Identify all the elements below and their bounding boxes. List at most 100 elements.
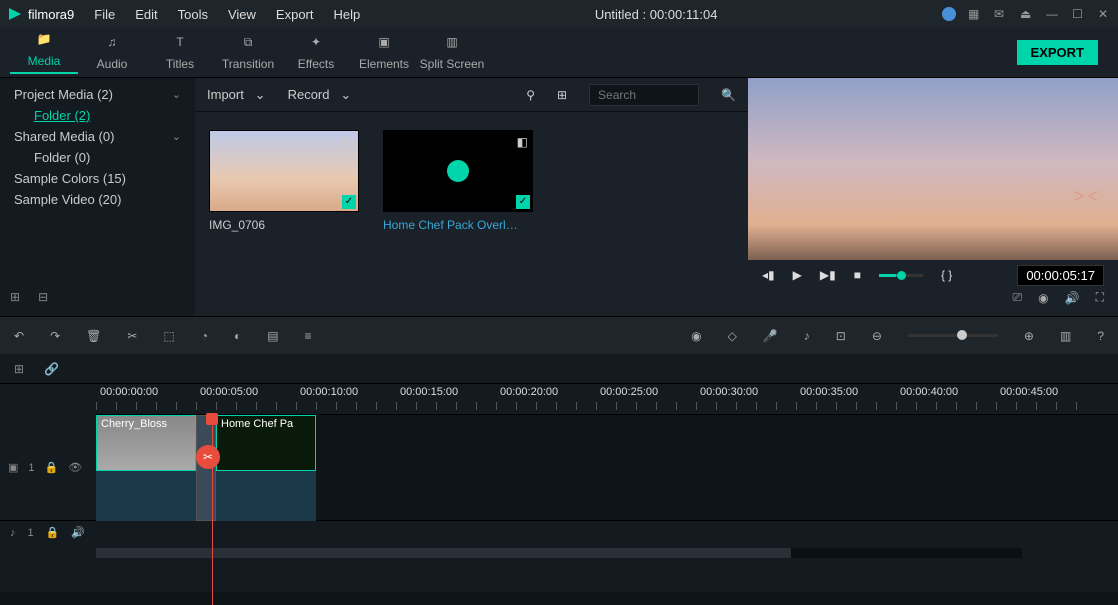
delete-folder-icon[interactable]: ⊟ xyxy=(38,290,48,304)
video-track-1[interactable]: ▣ 1 🔒 👁 Cherry_Bloss Home Chef Pa ✂ xyxy=(96,414,1118,520)
color-icon[interactable]: ◐ xyxy=(234,329,241,343)
nav-elements[interactable]: ▣ Elements xyxy=(350,35,418,71)
mail-icon[interactable]: ✉ xyxy=(994,7,1008,21)
nav-media[interactable]: 📁 Media xyxy=(10,32,78,74)
import-dropdown[interactable]: Import ⌄ xyxy=(207,87,266,103)
sidebar-item-project-media[interactable]: Project Media (2) ⌄ xyxy=(0,84,195,105)
quality-icon[interactable]: ⎚ xyxy=(1013,290,1023,305)
split-icon[interactable]: ✂ xyxy=(127,329,137,343)
eye-icon[interactable]: 👁 xyxy=(68,461,82,474)
menu-view[interactable]: View xyxy=(218,7,266,22)
sidebar-item-shared-media[interactable]: Shared Media (0) ⌄ xyxy=(0,126,195,147)
volume-slider[interactable] xyxy=(879,274,923,277)
record-dropdown[interactable]: Record ⌄ xyxy=(288,87,352,103)
fullscreen-icon[interactable]: ⛶ xyxy=(1096,290,1104,305)
redo-icon[interactable]: ↷ xyxy=(50,329,60,343)
stop-button[interactable]: ■ xyxy=(854,268,861,282)
timeline-ruler[interactable]: 00:00:00:0000:00:05:0000:00:10:0000:00:1… xyxy=(96,384,1118,414)
greenscreen-icon[interactable]: ▤ xyxy=(267,329,278,343)
fit-icon[interactable]: ⊡ xyxy=(836,329,846,343)
user-avatar-icon[interactable] xyxy=(942,7,956,21)
thumbnail-home-chef[interactable]: ◧ + ✓ Home Chef Pack Overl… xyxy=(383,130,533,232)
voiceover-icon[interactable]: 🎤 xyxy=(763,329,778,343)
properties-icon[interactable]: ◧ xyxy=(343,135,354,149)
zoom-out-icon[interactable]: ⊖ xyxy=(872,329,882,343)
track-add-icon[interactable]: ⊞ xyxy=(14,362,24,376)
snapshot-icon[interactable]: ◉ xyxy=(1038,291,1048,305)
nav-splitscreen[interactable]: ▥ Split Screen xyxy=(418,35,486,71)
playhead[interactable] xyxy=(212,415,213,605)
audio-track-1[interactable]: ♪ 1 🔒 🔊 xyxy=(0,520,1118,544)
plus-icon[interactable]: + xyxy=(447,160,469,182)
clip-audio-2[interactable] xyxy=(216,471,316,521)
nav-audio[interactable]: ♫ Audio xyxy=(78,35,146,71)
ruler-label: 00:00:40:00 xyxy=(900,386,958,398)
clip-audio-1[interactable] xyxy=(96,471,196,521)
speaker-icon[interactable]: 🔊 xyxy=(71,526,85,539)
filter-icon[interactable]: ⚲ xyxy=(526,88,535,102)
mic-icon[interactable]: ⏏ xyxy=(1020,7,1034,21)
titlebar-right: ▦ ✉ ⏏ — ☐ ✕ xyxy=(942,7,1112,21)
speed-icon[interactable]: ◔ xyxy=(201,329,208,343)
lock-icon[interactable]: 🔒 xyxy=(45,461,59,474)
undo-icon[interactable]: ↶ xyxy=(14,329,24,343)
menu-help[interactable]: Help xyxy=(324,7,371,22)
menu-file[interactable]: File xyxy=(84,7,125,22)
export-button[interactable]: EXPORT xyxy=(1017,40,1098,65)
clip-label: Home Chef Pa xyxy=(217,416,315,432)
scrollbar-thumb[interactable] xyxy=(96,548,791,558)
timeline-scrollbar[interactable] xyxy=(96,548,1022,558)
activity-icon[interactable]: ▦ xyxy=(968,7,982,21)
timeline-toolbar: ↶ ↷ 🗑 ✂ ⬚ ◔ ◐ ▤ ≡ ◉ ◇ 🎤 ♪ ⊡ ⊖ ⊕ ▥ ? xyxy=(0,316,1118,354)
markers-label[interactable]: { } xyxy=(941,268,952,282)
menu-tools[interactable]: Tools xyxy=(168,7,218,22)
zoom-slider[interactable] xyxy=(908,334,998,337)
nav-titles[interactable]: T Titles xyxy=(146,35,214,71)
grid-view-icon[interactable]: ⊞ xyxy=(557,88,567,102)
crop-icon[interactable]: ⬚ xyxy=(163,329,174,343)
nav-effects[interactable]: ✦ Effects xyxy=(282,35,350,71)
ruler-label: 00:00:05:00 xyxy=(200,386,258,398)
close-icon[interactable]: ✕ xyxy=(1098,7,1112,21)
play-button[interactable]: ▶ xyxy=(793,268,802,282)
sidebar-item-folder-2[interactable]: Folder (2) xyxy=(0,105,195,126)
sidebar-item-folder-0[interactable]: Folder (0) xyxy=(0,147,195,168)
menu-edit[interactable]: Edit xyxy=(125,7,167,22)
chevron-down-icon[interactable]: ⌄ xyxy=(172,130,181,143)
clip-cherry-blossom[interactable]: Cherry_Bloss xyxy=(96,415,196,471)
scissors-badge-icon[interactable]: ✂ xyxy=(196,445,220,469)
check-icon: ✓ xyxy=(342,195,356,209)
nav-transition[interactable]: ⧉ Transition xyxy=(214,35,282,71)
help-icon[interactable]: ? xyxy=(1097,329,1104,343)
render-icon[interactable]: ◉ xyxy=(691,329,701,343)
mixer-icon[interactable]: ♪ xyxy=(804,329,810,343)
next-frame-button[interactable]: ▶▮ xyxy=(820,268,836,282)
audio-icon[interactable]: 🔊 xyxy=(1065,291,1080,305)
manage-tracks-icon[interactable]: ▥ xyxy=(1060,329,1071,343)
delete-icon[interactable]: 🗑 xyxy=(86,329,101,343)
sidebar-item-sample-colors[interactable]: Sample Colors (15) xyxy=(0,168,195,189)
search-icon[interactable]: 🔍 xyxy=(721,88,736,102)
preview-panel: ᐳ ᐸ ◂▮ ▶ ▶▮ ■ { } 00:00:05:17 ⎚ ◉ 🔊 ⛶ xyxy=(748,78,1118,316)
minimize-icon[interactable]: — xyxy=(1046,7,1060,21)
prev-frame-button[interactable]: ◂▮ xyxy=(762,268,775,282)
menu-export[interactable]: Export xyxy=(266,7,324,22)
preview-viewport[interactable]: ᐳ ᐸ xyxy=(748,78,1118,288)
maximize-icon[interactable]: ☐ xyxy=(1072,7,1086,21)
lock-icon[interactable]: 🔒 xyxy=(46,526,60,539)
chevron-down-icon[interactable]: ⌄ xyxy=(172,88,181,101)
split-icon: ▥ xyxy=(443,35,461,53)
new-folder-icon[interactable]: ⊞ xyxy=(10,290,20,304)
link-icon[interactable]: 🔗 xyxy=(44,362,59,376)
sidebar-item-sample-video[interactable]: Sample Video (20) xyxy=(0,189,195,210)
adjust-icon[interactable]: ≡ xyxy=(305,329,312,343)
properties-icon[interactable]: ◧ xyxy=(517,135,528,149)
sidebar-item-label: Sample Video (20) xyxy=(14,192,121,207)
sidebar-bottom-icons: ⊞ ⊟ xyxy=(10,290,48,304)
zoom-in-icon[interactable]: ⊕ xyxy=(1024,329,1034,343)
music-icon: ♫ xyxy=(103,35,121,53)
search-input[interactable] xyxy=(589,84,699,106)
clip-home-chef[interactable]: Home Chef Pa xyxy=(216,415,316,471)
thumbnail-img-0706[interactable]: ◧ ✓ IMG_0706 xyxy=(209,130,359,232)
marker-icon[interactable]: ◇ xyxy=(728,329,737,343)
